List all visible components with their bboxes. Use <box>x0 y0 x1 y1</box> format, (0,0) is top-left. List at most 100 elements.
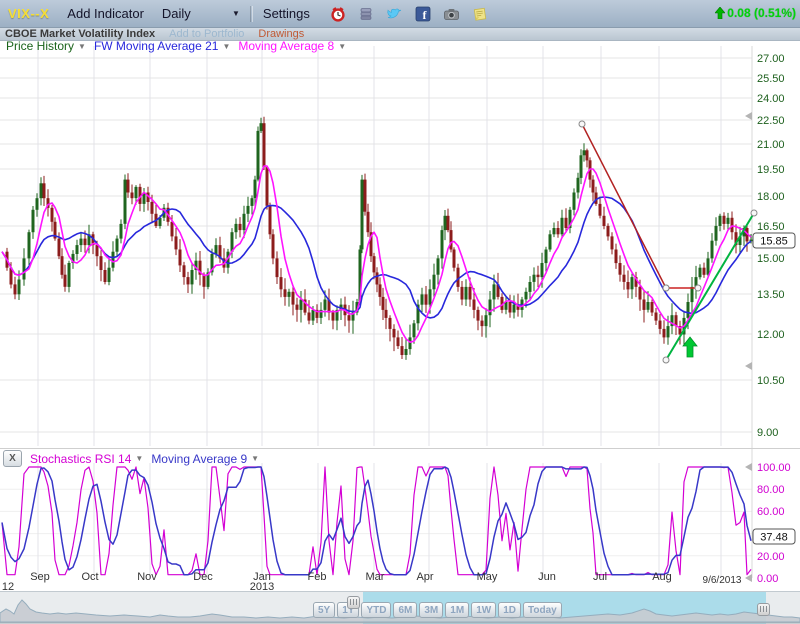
candle-body <box>723 216 726 224</box>
candle-body <box>577 178 580 193</box>
candle-body <box>251 198 254 206</box>
uptrend-line[interactable] <box>666 213 754 360</box>
candle-body <box>247 206 250 214</box>
candle-body <box>382 297 385 310</box>
notes-icon[interactable] <box>472 6 488 22</box>
candle-body <box>537 275 540 277</box>
chevron-down-icon: ▼ <box>135 454 143 463</box>
indicator-legend-item-0[interactable]: Stochastics RSI 14▼ <box>30 452 143 466</box>
candle-body <box>533 275 536 282</box>
facebook-icon[interactable]: f <box>415 6 431 22</box>
uptrend-line-handle[interactable] <box>663 357 669 363</box>
candle-body <box>373 256 376 272</box>
candle-body <box>607 226 610 237</box>
candle-body <box>100 256 103 270</box>
candle-body <box>619 263 622 275</box>
up-arrow[interactable] <box>683 337 697 357</box>
horizontal-line-handle[interactable] <box>695 285 701 291</box>
candle-body <box>292 292 295 305</box>
axis-marker-icon <box>745 362 752 370</box>
candle-body <box>553 228 556 234</box>
candle-body <box>545 250 548 264</box>
main-legend-label-0: Price History <box>6 39 74 53</box>
candle-body <box>473 300 476 310</box>
candle-body <box>36 198 39 210</box>
candle-body <box>623 275 626 282</box>
range-button-1w[interactable]: 1W <box>471 602 496 618</box>
candle-body <box>429 289 432 304</box>
candle-body <box>276 258 279 277</box>
navigator-left-handle[interactable] <box>347 596 360 609</box>
indicator-tick-label: 100.00 <box>757 462 791 474</box>
candle-body <box>444 216 447 230</box>
interval-dropdown[interactable]: Daily ▼ <box>162 6 240 21</box>
main-legend-item-0[interactable]: Price History▼ <box>6 39 86 53</box>
candle-body <box>127 180 130 193</box>
range-button-6m[interactable]: 6M <box>393 602 417 618</box>
axis-marker-icon <box>745 112 752 120</box>
candle-body <box>655 313 658 321</box>
price-tick-label: 18.00 <box>757 191 785 203</box>
horizontal-line-handle[interactable] <box>663 285 669 291</box>
candle-body <box>450 230 453 249</box>
candle-body <box>376 272 379 284</box>
candle-body <box>243 214 246 230</box>
range-button-5y[interactable]: 5Y <box>313 602 335 618</box>
price-tick-label: 10.50 <box>757 375 785 387</box>
downtrend-line-handle[interactable] <box>579 121 585 127</box>
candle-body <box>28 232 31 258</box>
stoch-rsi-line <box>2 467 751 575</box>
candle-body <box>364 180 367 212</box>
candle-body <box>18 280 21 295</box>
toolbar: VIX--X Add Indicator Daily ▼ Settings <box>0 0 800 28</box>
candle-body <box>324 300 327 310</box>
range-button-1d[interactable]: 1D <box>498 602 521 618</box>
twitter-icon[interactable] <box>386 6 403 22</box>
main-legend-item-1[interactable]: FW Moving Average 21▼ <box>94 39 230 53</box>
month-label: Jul <box>593 571 607 583</box>
downtrend-line[interactable] <box>582 124 666 288</box>
candle-body <box>385 310 388 318</box>
alarm-icon[interactable] <box>330 6 346 22</box>
interval-value: Daily <box>162 6 191 21</box>
candle-body <box>284 289 287 297</box>
candle-body <box>592 180 595 193</box>
candle-body <box>76 245 79 254</box>
candle-body <box>215 245 218 254</box>
range-button-today[interactable]: Today <box>523 602 562 618</box>
indicator-close-button[interactable]: X <box>3 450 22 467</box>
main-legend-item-2[interactable]: Moving Average 8▼ <box>238 39 346 53</box>
candle-body <box>175 236 178 249</box>
portfolio-icon[interactable] <box>358 6 374 22</box>
price-tick-label: 25.50 <box>757 73 785 85</box>
add-indicator-button[interactable]: Add Indicator <box>67 6 144 21</box>
candle-body <box>529 282 532 292</box>
settings-button[interactable]: Settings <box>263 6 310 21</box>
candle-body <box>703 268 706 275</box>
candle-body <box>573 193 576 210</box>
candle-body <box>461 287 464 300</box>
candle-body <box>583 150 586 155</box>
indicator-value-box-text: 37.48 <box>760 532 788 544</box>
candle-body <box>659 321 662 329</box>
chart-canvas[interactable]: 27.0025.5024.0022.5021.0019.5018.0016.50… <box>0 0 800 624</box>
navigator-right-handle[interactable] <box>757 603 770 616</box>
candle-body <box>627 282 630 289</box>
candle-body <box>269 206 272 234</box>
candle-body <box>393 329 396 338</box>
toolbar-separator <box>250 6 253 22</box>
price-tick-label: 24.00 <box>757 93 785 105</box>
range-button-1m[interactable]: 1M <box>445 602 469 618</box>
price-tick-label: 12.00 <box>757 329 785 341</box>
indicator-legend-item-1[interactable]: Moving Average 9▼ <box>151 452 259 466</box>
snapshot-camera-icon[interactable] <box>443 6 460 22</box>
range-button-3m[interactable]: 3M <box>419 602 443 618</box>
candle-body <box>433 275 436 290</box>
candle-body <box>586 150 589 160</box>
candle-body <box>437 258 440 274</box>
symbol-label[interactable]: VIX--X <box>8 6 49 21</box>
axis-marker-icon <box>745 463 752 471</box>
uptrend-line-handle[interactable] <box>751 210 757 216</box>
range-button-ytd[interactable]: YTD <box>361 602 391 618</box>
toolbar-icons: f <box>330 6 488 22</box>
